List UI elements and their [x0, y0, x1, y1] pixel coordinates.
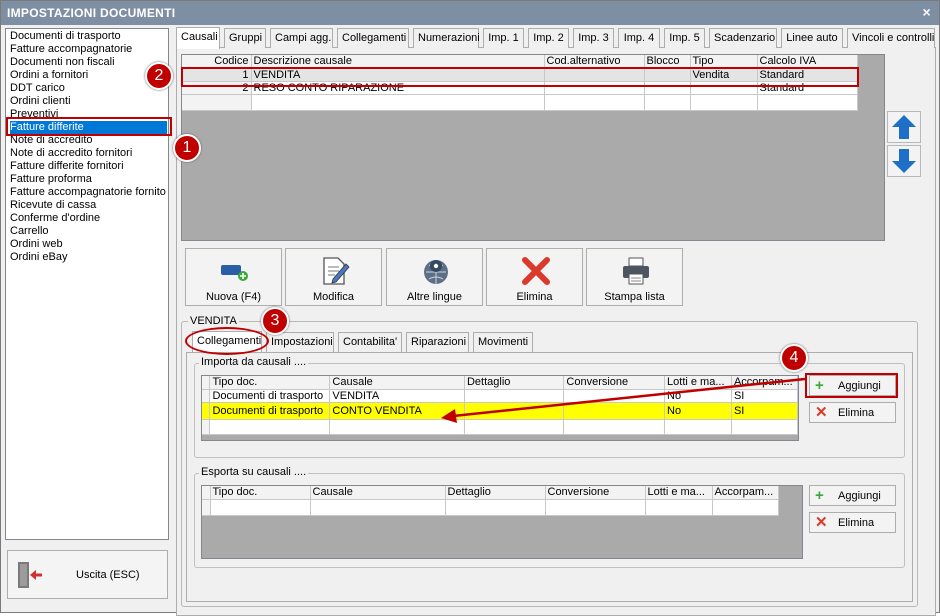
highlight-box-doc-list	[6, 117, 172, 136]
list-item[interactable]: Fatture accompagnatorie fornito	[10, 186, 166, 199]
globe-location-icon	[420, 255, 452, 290]
annotation-arrow	[441, 377, 806, 423]
document-type-list[interactable]: Documenti di trasporto Fatture accompagn…	[5, 28, 169, 540]
tab-vincoli-e-controlli[interactable]: Vincoli e controlli	[847, 28, 935, 48]
close-icon[interactable]: ×	[923, 4, 931, 20]
move-down-button[interactable]	[887, 145, 921, 177]
edit-button-label: Modifica	[313, 291, 354, 303]
settings-window: IMPOSTAZIONI DOCUMENTI × Documenti di tr…	[0, 0, 940, 616]
delete-button-label: Elimina	[516, 291, 553, 303]
tab-collegamenti[interactable]: Collegamenti	[337, 28, 409, 48]
exit-button-label: Uscita (ESC)	[76, 569, 140, 581]
column-header[interactable]: Tipo doc.	[209, 376, 331, 390]
tab-imp-2[interactable]: Imp. 2	[528, 28, 569, 48]
new-row[interactable]	[202, 499, 779, 516]
list-item[interactable]: Documenti di trasporto	[10, 30, 121, 43]
list-item[interactable]: Ordini clienti	[10, 95, 71, 108]
list-item[interactable]: Ordini eBay	[10, 251, 67, 264]
tab-imp-5[interactable]: Imp. 5	[664, 28, 705, 48]
title-bar: IMPOSTAZIONI DOCUMENTI ×	[1, 1, 939, 25]
export-add-button[interactable]: + Aggiungi	[809, 485, 896, 506]
list-item[interactable]: Ordini a fornitori	[10, 69, 88, 82]
import-delete-label: Elimina	[838, 407, 875, 419]
import-section-title: Importa da causali ....	[199, 356, 309, 368]
print-list-button-label: Stampa lista	[604, 291, 665, 303]
callout-badge: 2	[145, 62, 173, 90]
list-item[interactable]: Fatture differite fornitori	[10, 160, 124, 173]
tab-numerazioni[interactable]: Numerazioni	[413, 28, 480, 48]
move-up-button[interactable]	[887, 111, 921, 143]
tab-riparazioni[interactable]: Riparazioni	[406, 332, 469, 352]
export-section-title: Esporta su causali ....	[199, 466, 309, 478]
column-header[interactable]: Lotti e ma...	[645, 486, 713, 500]
delete-button[interactable]: Elimina	[486, 248, 583, 306]
tab-imp-1[interactable]: Imp. 1	[483, 28, 524, 48]
grid-header-row: Tipo doc. Causale Dettaglio Conversione …	[202, 486, 779, 500]
import-delete-button[interactable]: ✕ Elimina	[809, 402, 896, 423]
cell-tipo-doc: Documenti di trasporto	[209, 389, 331, 403]
new-button[interactable]: Nuova (F4)	[185, 248, 282, 306]
list-item[interactable]: Ordini web	[10, 238, 63, 251]
cell-tipo-doc: Documenti di trasporto	[209, 402, 331, 420]
tab-imp-4[interactable]: Imp. 4	[618, 28, 660, 48]
list-item[interactable]: Carrello	[10, 225, 49, 238]
list-item[interactable]: DDT carico	[10, 82, 65, 95]
column-header[interactable]: Dettaglio	[445, 486, 546, 500]
tab-gruppi[interactable]: Gruppi	[224, 28, 266, 48]
export-delete-button[interactable]: ✕ Elimina	[809, 512, 896, 533]
export-grid[interactable]: Tipo doc. Causale Dettaglio Conversione …	[201, 485, 803, 559]
tab-campi-agg[interactable]: Campi agg.	[270, 28, 333, 48]
window-title: IMPOSTAZIONI DOCUMENTI	[7, 6, 176, 20]
tab-causali[interactable]: Causali	[176, 27, 220, 49]
column-header[interactable]: Tipo doc.	[210, 486, 311, 500]
top-tab-bar: Causali Gruppi Campi agg. Collegamenti N…	[176, 27, 936, 49]
tab-movimenti[interactable]: Movimenti	[473, 332, 533, 352]
highlight-box-add-button	[805, 373, 898, 398]
languages-button[interactable]: Altre lingue	[386, 248, 483, 306]
tab-contabilita[interactable]: Contabilita'	[338, 332, 402, 352]
export-add-label: Aggiungi	[838, 490, 881, 502]
highlight-box-causale-row	[181, 67, 859, 87]
tab-scadenzario[interactable]: Scadenzario	[709, 28, 777, 48]
print-list-button[interactable]: Stampa lista	[586, 248, 683, 306]
callout-badge: 3	[261, 307, 289, 335]
tab-imp-3[interactable]: Imp. 3	[573, 28, 614, 48]
arrow-down-icon	[892, 149, 916, 173]
export-delete-label: Elimina	[838, 517, 875, 529]
edit-document-icon	[319, 255, 351, 290]
list-item[interactable]: Fatture accompagnatorie	[10, 43, 132, 56]
column-header[interactable]: Causale	[310, 486, 446, 500]
edit-button[interactable]: Modifica	[285, 248, 382, 306]
list-item[interactable]: Ricevute di cassa	[10, 199, 96, 212]
delete-x-icon: ✕	[815, 404, 828, 421]
plus-icon: +	[815, 487, 824, 504]
new-document-icon	[219, 255, 251, 288]
list-item[interactable]: Fatture proforma	[10, 173, 92, 186]
exit-door-icon	[14, 560, 44, 593]
printer-icon	[620, 255, 652, 290]
list-item[interactable]: Conferme d'ordine	[10, 212, 100, 225]
languages-button-label: Altre lingue	[406, 291, 463, 303]
highlight-ellipse-tab	[185, 327, 269, 355]
exit-button[interactable]: Uscita (ESC)	[7, 550, 168, 599]
arrow-up-icon	[892, 115, 916, 139]
delete-x-icon: ✕	[815, 514, 828, 531]
callout-badge: 1	[173, 134, 201, 162]
callout-badge: 4	[780, 344, 808, 372]
list-item[interactable]: Documenti non fiscali	[10, 56, 115, 69]
tab-linee-auto[interactable]: Linee auto	[781, 28, 843, 48]
column-header[interactable]: Conversione	[545, 486, 646, 500]
column-header[interactable]: Accorpam...	[712, 486, 779, 500]
list-item[interactable]: Note di accredito fornitori	[10, 147, 132, 160]
new-row[interactable]	[182, 94, 858, 111]
new-button-label: Nuova (F4)	[205, 291, 262, 303]
delete-x-icon	[520, 255, 552, 290]
group-title: VENDITA	[188, 315, 239, 327]
tab-impostazioni[interactable]: Impostazioni	[266, 332, 334, 352]
